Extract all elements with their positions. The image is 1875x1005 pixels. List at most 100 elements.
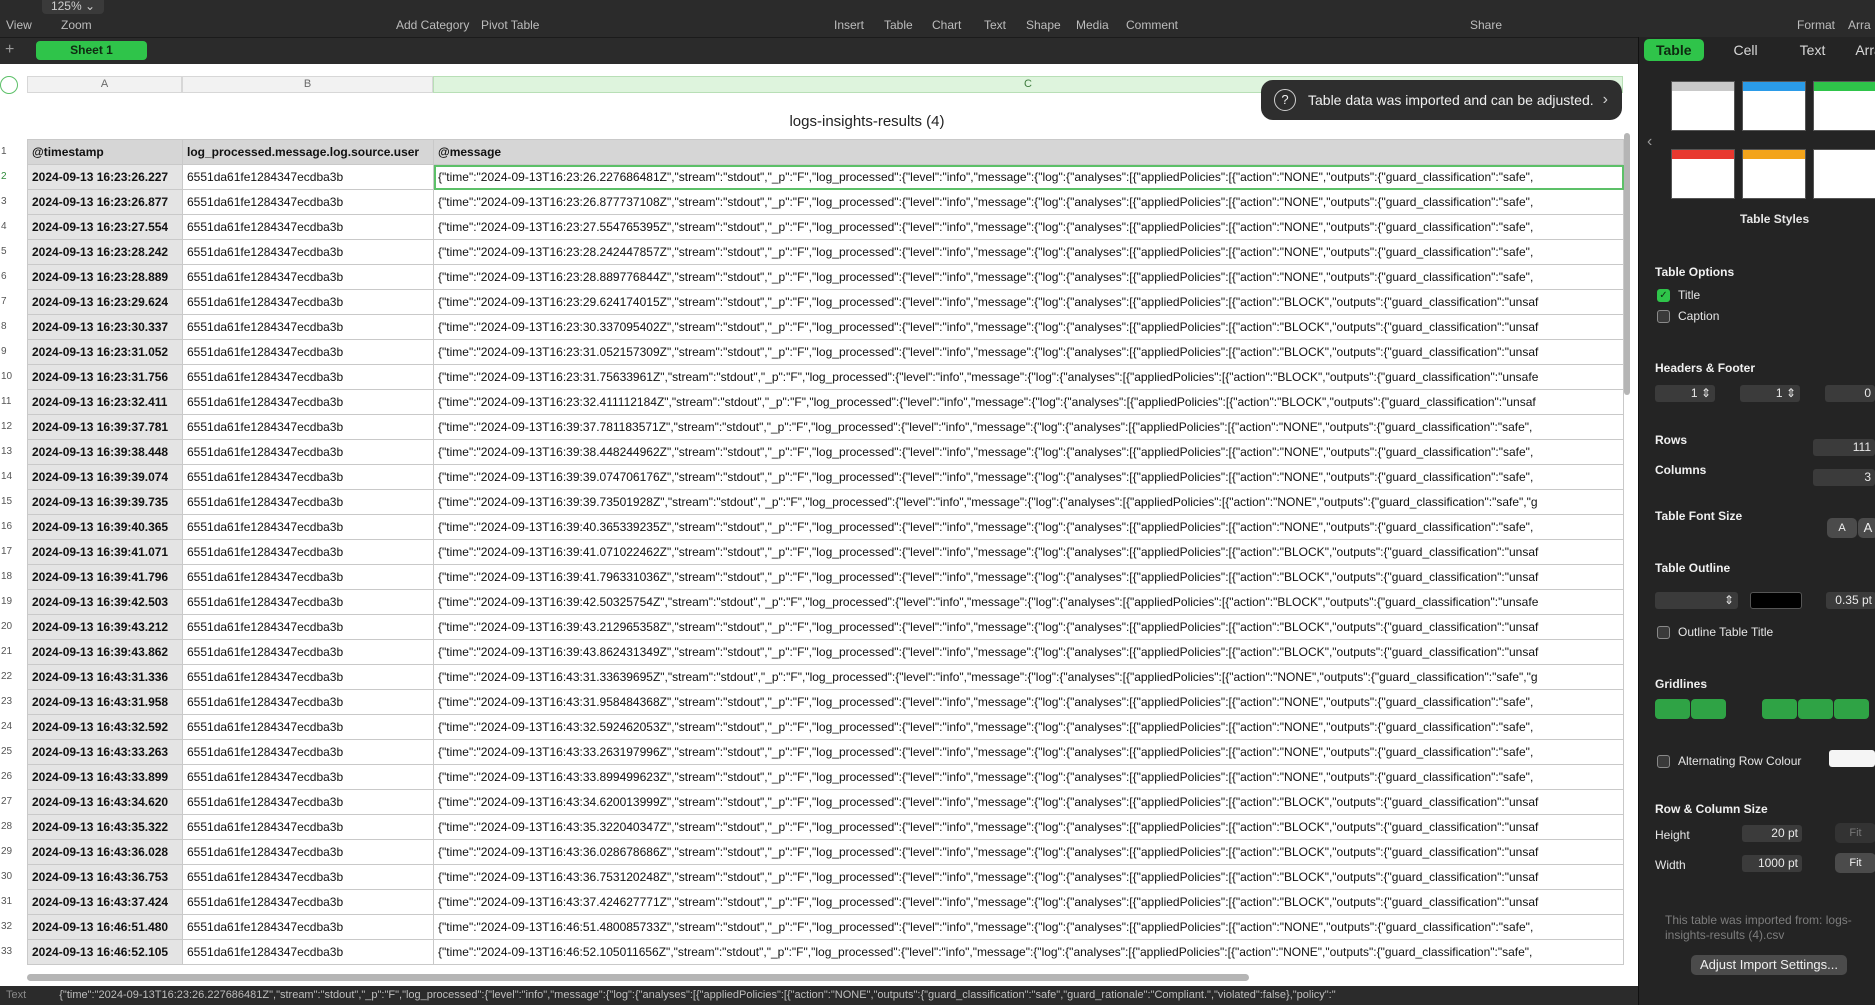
row-number[interactable]: 3 — [0, 189, 17, 214]
user-cell[interactable]: 6551da61fe1284347ecdba3b — [182, 364, 434, 390]
user-cell[interactable]: 6551da61fe1284347ecdba3b — [182, 264, 434, 290]
rows-field[interactable]: 111 — [1813, 439, 1875, 456]
font-smaller-button[interactable]: A — [1827, 518, 1857, 538]
timestamp-cell[interactable]: 2024-09-13 16:43:34.620 — [27, 789, 183, 815]
alt-row-color-well[interactable] — [1829, 750, 1875, 767]
chevron-right-icon[interactable]: › — [1603, 91, 1608, 109]
timestamp-cell[interactable]: 2024-09-13 16:43:31.958 — [27, 689, 183, 715]
user-cell[interactable]: 6551da61fe1284347ecdba3b — [182, 539, 434, 565]
message-cell[interactable]: {"time":"2024-09-13T16:23:28.242447857Z"… — [433, 239, 1624, 265]
timestamp-cell[interactable]: 2024-09-13 16:39:42.503 — [27, 589, 183, 615]
message-cell[interactable]: {"time":"2024-09-13T16:43:36.028678686Z"… — [433, 839, 1624, 865]
timestamp-cell[interactable]: 2024-09-13 16:39:43.862 — [27, 639, 183, 665]
timestamp-cell[interactable]: 2024-09-13 16:43:36.028 — [27, 839, 183, 865]
horizontal-scrollbar[interactable] — [27, 974, 1249, 981]
header-cell[interactable]: log_processed.message.log.source.user — [182, 139, 434, 165]
select-all-icon[interactable] — [0, 76, 18, 94]
message-cell[interactable]: {"time":"2024-09-13T16:39:40.365339235Z"… — [433, 514, 1624, 540]
timestamp-cell[interactable]: 2024-09-13 16:23:32.411 — [27, 389, 183, 415]
row-number[interactable]: 1 — [0, 139, 17, 164]
timestamp-cell[interactable]: 2024-09-13 16:23:31.756 — [27, 364, 183, 390]
row-number[interactable]: 24 — [0, 714, 17, 739]
user-cell[interactable]: 6551da61fe1284347ecdba3b — [182, 864, 434, 890]
tab-table[interactable]: Table — [1644, 39, 1704, 61]
timestamp-cell[interactable]: 2024-09-13 16:39:39.074 — [27, 464, 183, 490]
row-number[interactable]: 5 — [0, 239, 17, 264]
message-cell[interactable]: {"time":"2024-09-13T16:43:35.322040347Z"… — [433, 814, 1624, 840]
row-number[interactable]: 12 — [0, 414, 17, 439]
outline-title-checkbox[interactable] — [1657, 626, 1670, 639]
user-cell[interactable]: 6551da61fe1284347ecdba3b — [182, 739, 434, 765]
timestamp-cell[interactable]: 2024-09-13 16:39:41.796 — [27, 564, 183, 590]
user-cell[interactable]: 6551da61fe1284347ecdba3b — [182, 314, 434, 340]
user-cell[interactable]: 6551da61fe1284347ecdba3b — [182, 239, 434, 265]
user-cell[interactable]: 6551da61fe1284347ecdba3b — [182, 489, 434, 515]
timestamp-cell[interactable]: 2024-09-13 16:39:38.448 — [27, 439, 183, 465]
timestamp-cell[interactable]: 2024-09-13 16:39:40.365 — [27, 514, 183, 540]
timestamp-cell[interactable]: 2024-09-13 16:43:37.424 — [27, 889, 183, 915]
timestamp-cell[interactable]: 2024-09-13 16:23:26.227 — [27, 164, 183, 190]
column-header-a[interactable]: A — [27, 76, 182, 93]
message-cell[interactable]: {"time":"2024-09-13T16:43:31.33639695Z",… — [433, 664, 1624, 690]
user-cell[interactable]: 6551da61fe1284347ecdba3b — [182, 289, 434, 315]
gridline-header-horizontal-button[interactable] — [1762, 699, 1797, 719]
message-cell[interactable]: {"time":"2024-09-13T16:39:42.50325754Z",… — [433, 589, 1624, 615]
message-cell[interactable]: {"time":"2024-09-13T16:43:33.899499623Z"… — [433, 764, 1624, 790]
timestamp-cell[interactable]: 2024-09-13 16:43:36.753 — [27, 864, 183, 890]
table-style-6[interactable] — [1813, 149, 1875, 199]
message-cell[interactable]: {"time":"2024-09-13T16:23:31.052157309Z"… — [433, 339, 1624, 365]
timestamp-cell[interactable]: 2024-09-13 16:39:37.781 — [27, 414, 183, 440]
sheet-canvas[interactable]: A B C logs-insights-results (4) 12345678… — [0, 64, 1638, 1005]
user-cell[interactable]: 6551da61fe1284347ecdba3b — [182, 814, 434, 840]
message-cell[interactable]: {"time":"2024-09-13T16:43:32.592462053Z"… — [433, 714, 1624, 740]
user-cell[interactable]: 6551da61fe1284347ecdba3b — [182, 939, 434, 965]
message-cell[interactable]: {"time":"2024-09-13T16:43:34.620013999Z"… — [433, 789, 1624, 815]
timestamp-cell[interactable]: 2024-09-13 16:39:41.071 — [27, 539, 183, 565]
row-number[interactable]: 16 — [0, 514, 17, 539]
message-cell[interactable]: {"time":"2024-09-13T16:23:32.411112184Z"… — [433, 389, 1624, 415]
timestamp-cell[interactable]: 2024-09-13 16:43:33.263 — [27, 739, 183, 765]
message-cell[interactable]: {"time":"2024-09-13T16:23:26.227686481Z"… — [433, 164, 1624, 190]
user-cell[interactable]: 6551da61fe1284347ecdba3b — [182, 464, 434, 490]
vertical-scrollbar[interactable] — [1624, 133, 1630, 395]
comment-button[interactable]: Comment — [1126, 0, 1178, 37]
user-cell[interactable]: 6551da61fe1284347ecdba3b — [182, 589, 434, 615]
table-button[interactable]: Table — [884, 0, 913, 37]
alt-row-checkbox[interactable] — [1657, 755, 1670, 768]
message-cell[interactable]: {"time":"2024-09-13T16:39:39.074706176Z"… — [433, 464, 1624, 490]
user-cell[interactable]: 6551da61fe1284347ecdba3b — [182, 514, 434, 540]
row-number[interactable]: 29 — [0, 839, 17, 864]
table-style-5[interactable] — [1742, 149, 1806, 199]
outline-color-well[interactable] — [1750, 592, 1802, 609]
gridline-vertical-button[interactable] — [1691, 699, 1726, 719]
row-number[interactable]: 6 — [0, 264, 17, 289]
user-cell[interactable]: 6551da61fe1284347ecdba3b — [182, 414, 434, 440]
row-number[interactable]: 20 — [0, 614, 17, 639]
timestamp-cell[interactable]: 2024-09-13 16:23:26.877 — [27, 189, 183, 215]
message-cell[interactable]: {"time":"2024-09-13T16:39:37.781183571Z"… — [433, 414, 1624, 440]
row-number[interactable]: 8 — [0, 314, 17, 339]
timestamp-cell[interactable]: 2024-09-13 16:43:31.336 — [27, 664, 183, 690]
user-cell[interactable]: 6551da61fe1284347ecdba3b — [182, 564, 434, 590]
user-cell[interactable]: 6551da61fe1284347ecdba3b — [182, 889, 434, 915]
message-cell[interactable]: {"time":"2024-09-13T16:23:31.75633961Z",… — [433, 364, 1624, 390]
header-cols-stepper[interactable]: 1 ⇕ — [1740, 385, 1800, 402]
row-number[interactable]: 26 — [0, 764, 17, 789]
row-number[interactable]: 4 — [0, 214, 17, 239]
user-cell[interactable]: 6551da61fe1284347ecdba3b — [182, 714, 434, 740]
message-cell[interactable]: {"time":"2024-09-13T16:39:43.862431349Z"… — [433, 639, 1624, 665]
tab-text[interactable]: Text — [1788, 39, 1838, 61]
message-cell[interactable]: {"time":"2024-09-13T16:39:38.448244962Z"… — [433, 439, 1624, 465]
row-number[interactable]: 2 — [0, 164, 17, 189]
timestamp-cell[interactable]: 2024-09-13 16:23:29.624 — [27, 289, 183, 315]
outline-style-select[interactable]: ⇕ — [1655, 592, 1738, 609]
row-number[interactable]: 19 — [0, 589, 17, 614]
adjust-import-button[interactable]: Adjust Import Settings... — [1691, 955, 1847, 975]
user-cell[interactable]: 6551da61fe1284347ecdba3b — [182, 214, 434, 240]
timestamp-cell[interactable]: 2024-09-13 16:23:31.052 — [27, 339, 183, 365]
add-category-button[interactable]: Add Category — [396, 0, 469, 37]
message-cell[interactable]: {"time":"2024-09-13T16:39:41.071022462Z"… — [433, 539, 1624, 565]
message-cell[interactable]: {"time":"2024-09-13T16:46:51.480085733Z"… — [433, 914, 1624, 940]
message-cell[interactable]: {"time":"2024-09-13T16:23:28.889776844Z"… — [433, 264, 1624, 290]
table-style-4[interactable] — [1671, 149, 1735, 199]
